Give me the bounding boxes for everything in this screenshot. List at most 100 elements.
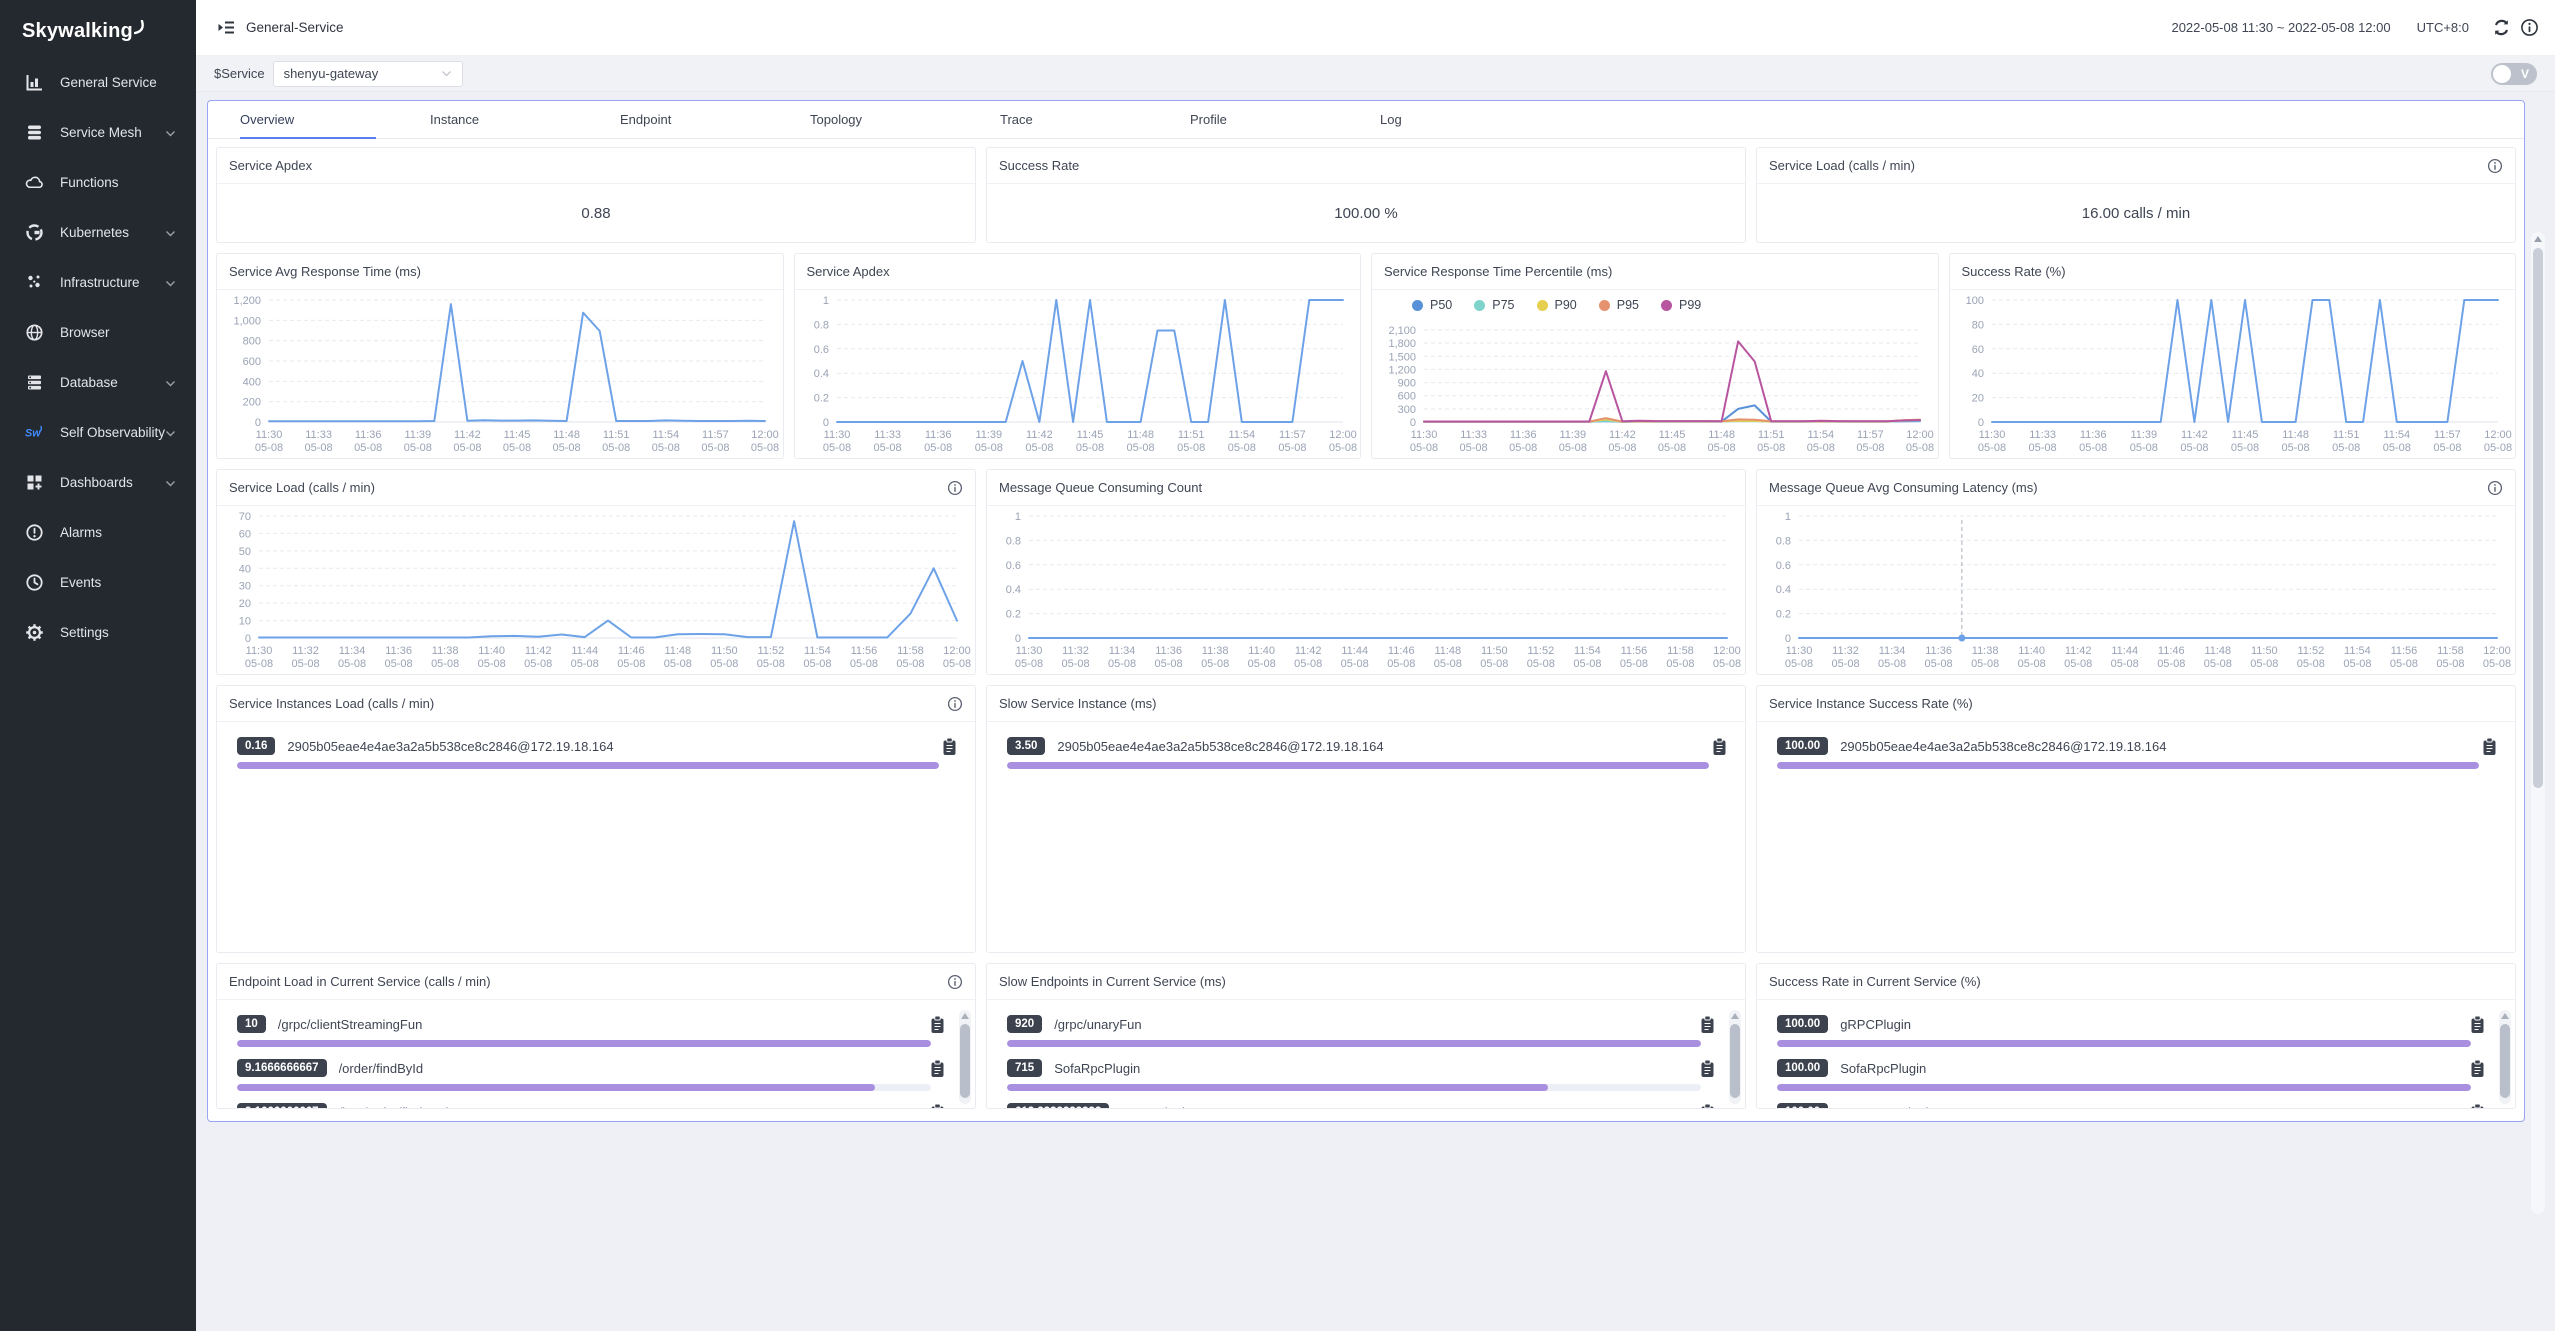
tab-overview[interactable]: Overview (240, 101, 376, 138)
card-info-icon[interactable] (2487, 158, 2503, 174)
list-item-row: 100.002905b05eae4e4ae3a2a5b538ce8c2846@1… (1777, 734, 2501, 758)
scroll-up-arrow-icon[interactable] (961, 1013, 969, 1019)
legend-item-p99[interactable]: P99 (1661, 298, 1701, 312)
scrollbar-thumb[interactable] (1730, 1024, 1740, 1098)
svg-text:12:00: 12:00 (2483, 645, 2511, 657)
svg-text:0: 0 (1015, 633, 1021, 645)
copy-icon[interactable] (2470, 1103, 2485, 1110)
sidebar-nav: General ServiceService MeshFunctionsKube… (0, 57, 196, 657)
topbar: General-Service 2022-05-08 11:30 ~ 2022-… (196, 0, 2555, 56)
sidebar-item-service-mesh[interactable]: Service Mesh (0, 107, 196, 157)
info-icon[interactable] (2519, 18, 2539, 38)
svg-text:11:57: 11:57 (2434, 429, 2461, 441)
value-bar-fill (1777, 1040, 2471, 1047)
copy-icon[interactable] (1712, 737, 1727, 756)
tab-profile[interactable]: Profile (1190, 101, 1326, 138)
svg-text:1,800: 1,800 (1388, 338, 1416, 350)
copy-icon[interactable] (930, 1059, 945, 1078)
list-item[interactable]: 100.002905b05eae4e4ae3a2a5b538ce8c2846@1… (1777, 734, 2501, 769)
card-title: Service Apdex (229, 158, 312, 173)
scrollbar-thumb[interactable] (960, 1024, 970, 1098)
instance-success-list: 100.002905b05eae4e4ae3a2a5b538ce8c2846@1… (1757, 722, 2515, 952)
sidebar-item-alarms[interactable]: Alarms (0, 507, 196, 557)
svg-text:05-08: 05-08 (710, 658, 738, 670)
sidebar: Skywalking General ServiceService MeshFu… (0, 0, 196, 1331)
list-item[interactable]: 9.1666666667/order/findById (237, 1056, 961, 1091)
card-info-icon[interactable] (2487, 480, 2503, 496)
svg-text:05-08: 05-08 (1757, 442, 1785, 454)
list-item[interactable]: 10/grpc/clientStreamingFun (237, 1012, 961, 1047)
card-info-icon[interactable] (947, 974, 963, 990)
sidebar-item-general-service[interactable]: General Service (0, 57, 196, 107)
list-scrollbar[interactable] (959, 1010, 971, 1104)
tab-instance[interactable]: Instance (430, 101, 566, 138)
sidebar-item-events[interactable]: Events (0, 557, 196, 607)
svg-text:11:44: 11:44 (1341, 645, 1368, 657)
sidebar-item-database[interactable]: Database (0, 357, 196, 407)
value-toggle[interactable]: V (2491, 63, 2537, 85)
legend-item-p95[interactable]: P95 (1599, 298, 1639, 312)
scroll-up-arrow-icon[interactable] (1731, 1013, 1739, 1019)
svg-text:05-08: 05-08 (1878, 658, 1906, 670)
svg-text:05-08: 05-08 (1573, 658, 1601, 670)
copy-icon[interactable] (2470, 1059, 2485, 1078)
svg-text:11:58: 11:58 (1667, 645, 1694, 657)
sidebar-item-self-observability[interactable]: SwSelf Observability (0, 407, 196, 457)
sidebar-item-browser[interactable]: Browser (0, 307, 196, 357)
sidebar-item-kubernetes[interactable]: Kubernetes (0, 207, 196, 257)
svg-text:11:34: 11:34 (1879, 645, 1906, 657)
sidebar-item-settings[interactable]: Settings (0, 607, 196, 657)
copy-icon[interactable] (942, 737, 957, 756)
list-item[interactable]: 920/grpc/unaryFun (1007, 1012, 1731, 1047)
tab-trace[interactable]: Trace (1000, 101, 1136, 138)
copy-icon[interactable] (1700, 1015, 1715, 1034)
list-item[interactable]: 715SofaRpcPlugin (1007, 1056, 1731, 1091)
list-item[interactable]: 100.00gRPCPlugin (1777, 1012, 2501, 1047)
copy-icon[interactable] (2482, 737, 2497, 756)
list-item[interactable]: 100.00SofaRpcPlugin (1777, 1056, 2501, 1091)
card-info-icon[interactable] (947, 696, 963, 712)
card-title: Message Queue Consuming Count (999, 480, 1202, 495)
copy-icon[interactable] (930, 1103, 945, 1110)
legend-item-p50[interactable]: P50 (1412, 298, 1452, 312)
time-range[interactable]: 2022-05-08 11:30 ~ 2022-05-08 12:00 (2171, 20, 2390, 35)
tab-topology[interactable]: Topology (810, 101, 946, 138)
alarm-icon (25, 523, 44, 542)
sidebar-item-functions[interactable]: Functions (0, 157, 196, 207)
utc-offset[interactable]: UTC+8:0 (2417, 20, 2469, 35)
copy-icon[interactable] (1700, 1059, 1715, 1078)
copy-icon[interactable] (2470, 1015, 2485, 1034)
sidebar-item-infrastructure[interactable]: Infrastructure (0, 257, 196, 307)
svg-text:11:54: 11:54 (2344, 645, 2371, 657)
sidebar-collapse-icon[interactable] (216, 18, 236, 38)
service-select[interactable]: shenyu-gateway (273, 61, 463, 87)
list-scrollbar[interactable] (2499, 1010, 2511, 1104)
scrollbar-thumb[interactable] (2500, 1024, 2510, 1098)
tab-log[interactable]: Log (1380, 101, 1516, 138)
svg-text:11:39: 11:39 (1559, 429, 1586, 441)
tab-endpoint[interactable]: Endpoint (620, 101, 756, 138)
svg-text:05-08: 05-08 (652, 442, 680, 454)
slow-endpoints-list: 920/grpc/unaryFun 715SofaRpcPlugin 613.333… (987, 1000, 1745, 1108)
copy-icon[interactable] (930, 1015, 945, 1034)
list-item[interactable]: 3.502905b05eae4e4ae3a2a5b538ce8c2846@172… (1007, 734, 1731, 769)
sidebar-item-dashboards[interactable]: Dashboards (0, 457, 196, 507)
copy-icon[interactable] (1700, 1103, 1715, 1110)
scrollbar-thumb[interactable] (2533, 248, 2543, 788)
value-bar-track (1777, 1084, 2471, 1091)
list-item[interactable]: 0.162905b05eae4e4ae3a2a5b538ce8c2846@172… (237, 734, 961, 769)
list-item[interactable]: 613.3333333333gRPCPlugin (1007, 1100, 1731, 1109)
legend-item-p90[interactable]: P90 (1537, 298, 1577, 312)
list-item[interactable]: 9.1666666667/http/order/findById (237, 1100, 961, 1109)
scroll-up-arrow-icon[interactable] (2501, 1013, 2509, 1019)
legend-item-p75[interactable]: P75 (1474, 298, 1514, 312)
scroll-up-arrow-icon[interactable] (2534, 236, 2542, 242)
refresh-icon[interactable] (2491, 18, 2511, 38)
list-item[interactable]: 100.00MotanRpcPlugin (1777, 1100, 2501, 1109)
svg-text:11:33: 11:33 (305, 429, 332, 441)
sidebar-item-label: Self Observability (60, 425, 165, 440)
list-scrollbar[interactable] (1729, 1010, 1741, 1104)
page-scrollbar[interactable] (2531, 232, 2545, 1214)
card-info-icon[interactable] (947, 480, 963, 496)
svg-text:11:57: 11:57 (702, 429, 729, 441)
